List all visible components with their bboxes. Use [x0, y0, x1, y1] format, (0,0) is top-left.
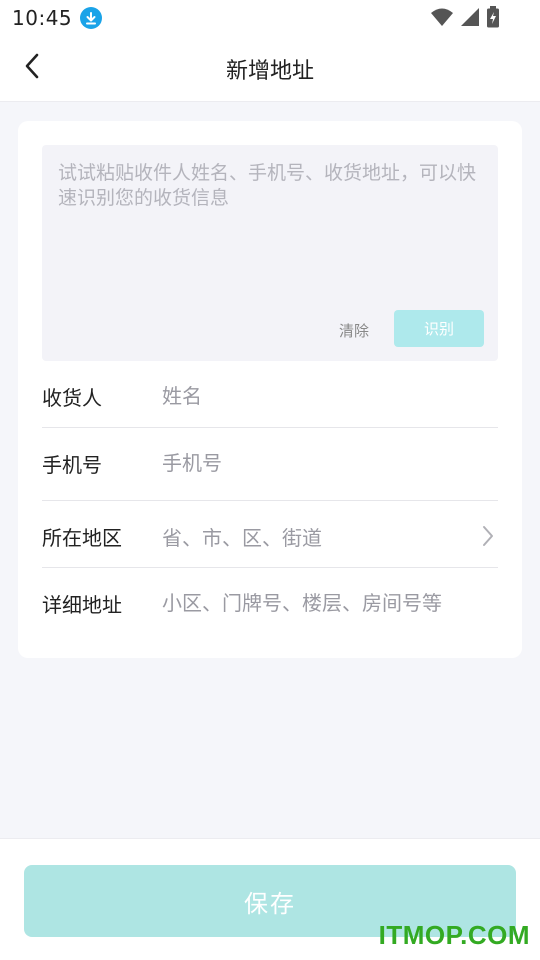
smart-paste-input[interactable] [42, 145, 498, 305]
watermark: ITMOP.COM [378, 920, 530, 950]
status-time: 10:45 [12, 6, 73, 30]
status-bar: 10:45 [0, 0, 540, 36]
nav-bar: 新增地址 [0, 36, 540, 102]
battery-charging-icon [486, 6, 500, 32]
chevron-left-icon [22, 52, 42, 84]
divider [42, 427, 498, 428]
recognize-button[interactable]: 识别 [394, 310, 484, 347]
page-title: 新增地址 [225, 58, 314, 84]
detail-address-input[interactable] [162, 591, 498, 615]
clear-button[interactable]: 清除 [334, 315, 374, 345]
receiver-name-row: 收货人 [42, 371, 498, 421]
chevron-right-icon [478, 524, 498, 548]
download-icon [80, 7, 103, 29]
receiver-name-label: 收货人 [42, 385, 102, 410]
wifi-icon [430, 7, 454, 31]
region-label: 所在地区 [42, 525, 122, 550]
address-form-card: 清除 识别 收货人 手机号 所在地区 省、市、区、街道 详细地址 [18, 121, 522, 658]
phone-input[interactable] [162, 451, 498, 475]
detail-address-row: 详细地址 [42, 578, 498, 628]
divider [42, 500, 498, 501]
status-icons [430, 6, 500, 32]
smart-paste-box: 清除 识别 [42, 145, 498, 361]
divider [42, 567, 498, 568]
receiver-name-input[interactable] [162, 384, 498, 408]
region-row[interactable]: 所在地区 省、市、区、街道 [42, 511, 498, 561]
signal-icon [460, 7, 480, 31]
phone-label: 手机号 [42, 452, 102, 477]
detail-address-label: 详细地址 [42, 592, 122, 617]
phone-row: 手机号 [42, 438, 498, 488]
region-placeholder: 省、市、区、街道 [162, 525, 322, 550]
back-button[interactable] [14, 50, 50, 86]
